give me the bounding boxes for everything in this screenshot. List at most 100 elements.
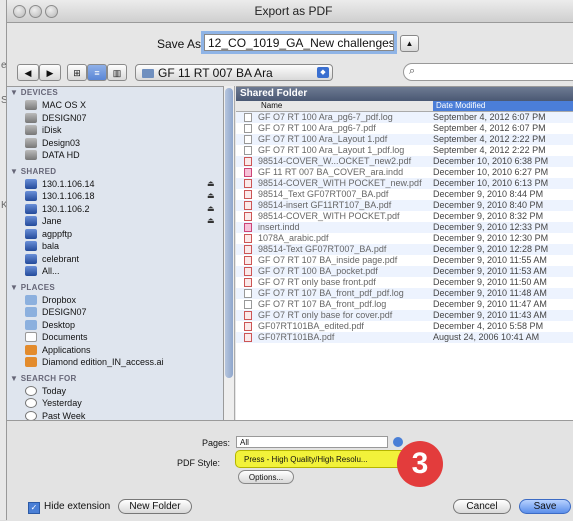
file-row[interactable]: GF 11 RT 007 BA_COVER_ara.indd December 1… bbox=[236, 167, 573, 178]
sidebar-item[interactable]: Dropbox bbox=[25, 294, 76, 308]
sidebar-item[interactable]: MAC OS X bbox=[25, 100, 86, 113]
document-icon bbox=[244, 300, 252, 309]
file-row[interactable]: GF O7 RT 107 BA_front_pdf.log December 9,… bbox=[236, 299, 573, 310]
title-bar: Export as PDF bbox=[7, 0, 573, 23]
location-popup[interactable]: GF 11 RT 007 BA Ara ◆ bbox=[135, 64, 333, 81]
sidebar-item[interactable]: Past Week bbox=[25, 410, 86, 421]
pdf-file-icon bbox=[244, 322, 252, 331]
pdf-file-icon bbox=[244, 311, 252, 320]
sidebar-item[interactable]: DESIGN07 bbox=[25, 112, 87, 126]
sidebar-scrollbar[interactable] bbox=[224, 86, 235, 420]
sidebar-item-label: agppftp bbox=[42, 228, 73, 239]
sidebar-item[interactable]: Jane bbox=[25, 216, 62, 229]
file-date-modified: December 10, 2010 6:13 PM bbox=[433, 178, 549, 188]
sidebar-item-label: DATA HD bbox=[42, 150, 80, 160]
file-row[interactable]: GF O7 RT 107 BA_front_pdf_pdf.log Decembe… bbox=[236, 288, 573, 299]
sidebar-item[interactable]: celebrant bbox=[25, 253, 79, 267]
file-row[interactable]: GF O7 RT only base front.pdf December 9, … bbox=[236, 277, 573, 288]
file-row[interactable]: 1078A_arabic.pdf December 9, 2010 12:30 P… bbox=[236, 233, 573, 244]
sidebar-section-heading[interactable]: ▼ DEVICES bbox=[10, 88, 58, 97]
file-row[interactable]: GF O7 RT 100 Ara_Layout 1_pdf.log Septemb… bbox=[236, 145, 573, 156]
file-row[interactable]: insert.indd December 9, 2010 12:33 PM bbox=[236, 222, 573, 233]
file-row[interactable]: GF O7 RT 100 Ara_pg6-7_pdf.log September … bbox=[236, 112, 573, 123]
file-row[interactable]: GF07RT101BA.pdf August 24, 2006 10:41 AM bbox=[236, 332, 573, 343]
scrollbar-thumb[interactable] bbox=[225, 88, 233, 378]
forward-button[interactable]: ▶ bbox=[39, 64, 61, 81]
file-row[interactable]: GF O7 RT 100 Ara_pg6-7.pdf September 4, 2… bbox=[236, 123, 573, 134]
pages-info-icon[interactable] bbox=[393, 437, 403, 447]
column-date-header[interactable]: Date Modified bbox=[433, 101, 573, 111]
column-name-header[interactable]: Name bbox=[261, 101, 282, 110]
sidebar-item[interactable]: DATA HD bbox=[25, 150, 80, 163]
file-date-modified: December 9, 2010 11:47 AM bbox=[433, 299, 547, 309]
sidebar-item-label: Past Week bbox=[42, 410, 86, 421]
expand-dialog-button[interactable]: ▲ bbox=[400, 35, 419, 52]
pages-input[interactable]: All bbox=[236, 436, 388, 448]
eject-icon[interactable]: ⏏ bbox=[207, 216, 215, 225]
sidebar-item[interactable]: Desktop bbox=[25, 319, 75, 333]
sidebar-item[interactable]: DESIGN07 bbox=[25, 307, 87, 320]
app-icon bbox=[25, 357, 37, 367]
sidebar-item-label: MAC OS X bbox=[42, 100, 87, 110]
file-row[interactable]: GF07RT101BA_edited.pdf December 4, 2010 5… bbox=[236, 321, 573, 332]
sidebar-item[interactable]: 130.1.106.14 bbox=[25, 178, 95, 192]
options-button[interactable]: Options... bbox=[238, 470, 294, 484]
sidebar-item-label: Today bbox=[42, 385, 67, 396]
sidebar-item[interactable]: Yesterday bbox=[25, 398, 82, 411]
sidebar-item[interactable]: Documents bbox=[25, 332, 88, 345]
file-row[interactable]: GF O7 RT only base for cover.pdf December… bbox=[236, 310, 573, 321]
file-date-modified: December 9, 2010 11:55 AM bbox=[433, 255, 547, 265]
sidebar-item[interactable]: 130.1.106.2 bbox=[25, 203, 90, 217]
sidebar-item-label: Design03 bbox=[42, 137, 81, 148]
document-icon bbox=[244, 113, 252, 122]
pdf-style-label: PDF Style: bbox=[177, 458, 221, 468]
file-row[interactable]: 98514-insert GF11RT107_BA.pdf December 9,… bbox=[236, 200, 573, 211]
sidebar-item[interactable]: agppftp bbox=[25, 228, 73, 242]
eject-icon[interactable]: ⏏ bbox=[207, 191, 215, 200]
file-row[interactable]: GF O7 RT 100 Ara_Layout 1.pdf September 4… bbox=[236, 134, 573, 145]
document-icon bbox=[25, 332, 37, 342]
triangle-up-icon: ▲ bbox=[405, 39, 414, 48]
new-folder-button[interactable]: New Folder bbox=[118, 499, 192, 514]
column-view-button[interactable]: ▥ bbox=[107, 64, 127, 81]
sidebar-item[interactable]: All... bbox=[25, 266, 60, 279]
back-button[interactable]: ◀ bbox=[17, 64, 39, 81]
file-row[interactable]: GF O7 RT 100 BA_pocket.pdf December 9, 20… bbox=[236, 266, 573, 277]
file-date-modified: December 9, 2010 8:32 PM bbox=[433, 211, 544, 221]
eject-icon[interactable]: ⏏ bbox=[207, 204, 215, 213]
icon-view-button[interactable]: ⊞ bbox=[67, 64, 87, 81]
sidebar-item[interactable]: 130.1.106.18 bbox=[25, 191, 95, 204]
cancel-button[interactable]: Cancel bbox=[453, 499, 511, 514]
sidebar-section-heading[interactable]: ▼ PLACES bbox=[10, 283, 55, 292]
sidebar-item[interactable]: Applications bbox=[25, 344, 91, 358]
disk-icon bbox=[25, 112, 37, 123]
sidebar-item[interactable]: Diamond edition_IN_access.ai bbox=[25, 357, 164, 370]
sidebar-item[interactable]: bala bbox=[25, 241, 59, 254]
list-view-button[interactable]: ≡ bbox=[87, 64, 107, 81]
file-row[interactable]: 98514-COVER_WITH POCKET.pdf December 9, 2… bbox=[236, 211, 573, 222]
save-as-input[interactable]: 12_CO_1019_GA_New challenges in Hy bbox=[204, 34, 394, 51]
sidebar-item[interactable]: Today bbox=[25, 385, 67, 399]
file-row[interactable]: GF O7 RT 107 BA_inside page.pdf December … bbox=[236, 255, 573, 266]
network-icon bbox=[25, 228, 37, 239]
file-row[interactable]: 98514-Text GF07RT007_BA.pdf December 9, 2… bbox=[236, 244, 573, 255]
file-date-modified: December 9, 2010 11:43 AM bbox=[433, 310, 547, 320]
sidebar-item[interactable]: iDisk bbox=[25, 125, 62, 138]
search-icon: ⌕ bbox=[409, 65, 416, 77]
file-date-modified: August 24, 2006 10:41 AM bbox=[433, 332, 540, 342]
sidebar-item[interactable]: Design03 bbox=[25, 137, 81, 151]
eject-icon[interactable]: ⏏ bbox=[207, 179, 215, 188]
hide-extension-checkbox[interactable]: ✓ Hide extension bbox=[28, 501, 110, 514]
file-row[interactable]: 98514-COVER_W...OCKET_new2.pdf December 1… bbox=[236, 156, 573, 167]
file-name: GF O7 RT only base front.pdf bbox=[258, 277, 376, 287]
folder-icon bbox=[25, 319, 37, 330]
sidebar-section-heading[interactable]: ▼ SEARCH FOR bbox=[10, 374, 77, 383]
network-icon bbox=[25, 253, 37, 264]
search-field[interactable]: ⌕ bbox=[403, 63, 573, 81]
pdf-file-icon bbox=[244, 278, 252, 287]
file-row[interactable]: 98514_Text GF07RT007_BA.pdf December 9, 2… bbox=[236, 189, 573, 200]
pdf-file-icon bbox=[244, 179, 252, 188]
sidebar-section-heading[interactable]: ▼ SHARED bbox=[10, 167, 56, 176]
save-button[interactable]: Save bbox=[519, 499, 571, 514]
file-row[interactable]: 98514-COVER_WITH POCKET_new.pdf December … bbox=[236, 178, 573, 189]
